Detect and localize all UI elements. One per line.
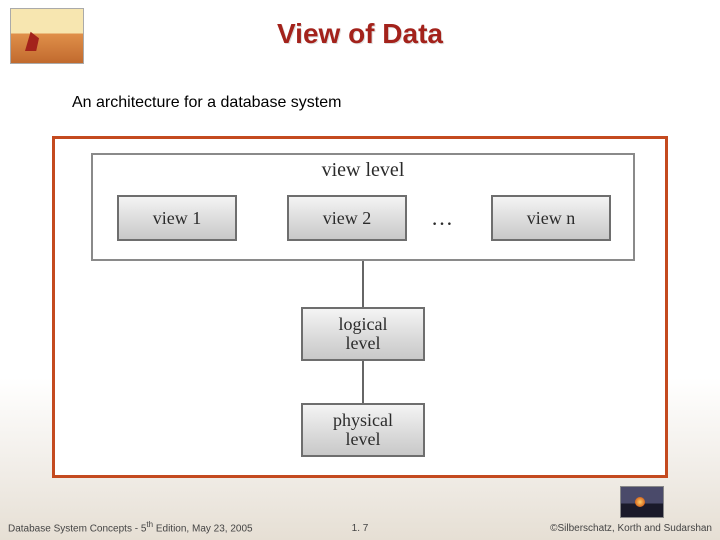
slide-subtitle: An architecture for a database system xyxy=(72,94,341,112)
footer-copyright: ©Silberschatz, Korth and Sudarshan xyxy=(550,523,712,534)
view-level-container: view level view 1 view 2 … view n xyxy=(91,153,635,261)
slide-footer: Database System Concepts - 5th Edition, … xyxy=(0,516,720,534)
ellipsis: … xyxy=(431,205,453,231)
connector-view-to-logical xyxy=(362,261,364,307)
view-2-box: view 2 xyxy=(287,195,407,241)
view-level-label: view level xyxy=(93,159,633,182)
decorative-sunset-image xyxy=(620,486,664,518)
connector-logical-to-physical xyxy=(362,361,364,403)
logical-level-box: logicallevel xyxy=(301,307,425,361)
view-n-box: view n xyxy=(491,195,611,241)
physical-level-box: physicallevel xyxy=(301,403,425,457)
slide-title: View of Data xyxy=(0,18,720,50)
view-1-box: view 1 xyxy=(117,195,237,241)
architecture-diagram: view level view 1 view 2 … view n logica… xyxy=(52,136,668,478)
